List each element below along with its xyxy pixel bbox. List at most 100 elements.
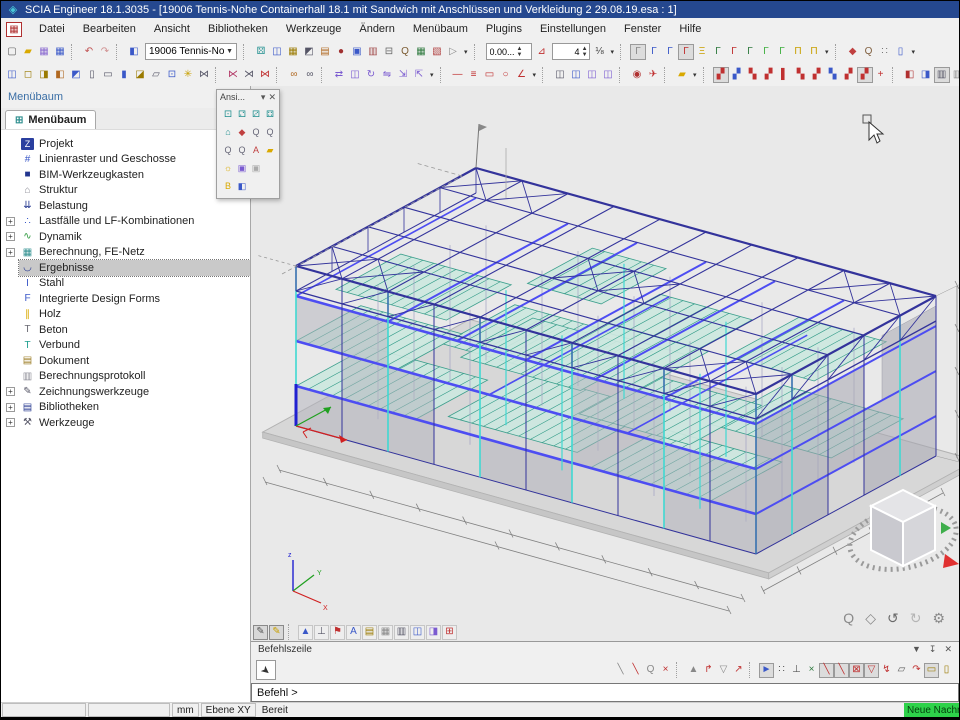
- fly-mode-icon[interactable]: ✈: [645, 67, 661, 83]
- cursor-move-icon[interactable]: ↱: [701, 663, 716, 678]
- view-y-icon[interactable]: ⚁: [235, 107, 249, 121]
- tree-item-verbund[interactable]: + T Verbund: [1, 338, 250, 354]
- print-preview-icon[interactable]: Q: [397, 44, 413, 60]
- paste-special-2-icon[interactable]: ◫: [568, 67, 584, 83]
- dropdown-arrow-icon[interactable]: ▾: [461, 48, 471, 56]
- tab-menubaum[interactable]: ⊞ Menübaum: [5, 110, 96, 129]
- tree-item-beton[interactable]: + T Beton: [1, 322, 250, 338]
- zoom-window-icon[interactable]: Q: [221, 143, 235, 157]
- open-project-icon[interactable]: ▰: [20, 44, 36, 60]
- tree-expander-icon[interactable]: +: [6, 418, 15, 427]
- paste-special-3-icon[interactable]: ◫: [584, 67, 600, 83]
- result-display-1-icon[interactable]: ◧: [902, 67, 918, 83]
- gallery-icon[interactable]: ▣: [349, 44, 365, 60]
- draw-dimension-icon[interactable]: ≡: [466, 67, 482, 83]
- document-icon[interactable]: ▷: [445, 44, 461, 60]
- paste-special-1-icon[interactable]: ◫: [552, 67, 568, 83]
- model-3d-view[interactable]: zYX: [251, 86, 959, 641]
- snap-intersection-icon[interactable]: ▽: [864, 663, 879, 678]
- load-panel-9-icon[interactable]: ▞: [841, 67, 857, 83]
- ruler-icon[interactable]: ▭: [924, 663, 939, 678]
- copy-icon[interactable]: ◫: [347, 67, 363, 83]
- tree-item-dynamik[interactable]: + ∿ Dynamik: [1, 229, 250, 245]
- dropdown-arrow-icon[interactable]: ▾: [909, 48, 919, 56]
- plate-icon[interactable]: ▭: [100, 67, 116, 83]
- pick-cursor-button[interactable]: ➤: [256, 660, 276, 680]
- zoom-all-icon[interactable]: Q: [235, 143, 249, 157]
- line-red-icon[interactable]: ╲: [628, 663, 643, 678]
- tree-expander-icon[interactable]: +: [6, 387, 15, 396]
- zoom-in-icon[interactable]: Q: [263, 125, 277, 139]
- abc-labels-icon[interactable]: A: [346, 625, 361, 640]
- project-settings-icon[interactable]: ⚄: [253, 44, 269, 60]
- menu-item[interactable]: Ansicht: [145, 20, 199, 38]
- draw-circle-icon[interactable]: ○: [498, 67, 514, 83]
- tree-item-zeichnungswerkzeuge[interactable]: + ✎ Zeichnungswerkzeuge: [1, 384, 250, 400]
- dot-grid-icon[interactable]: ∷: [877, 44, 893, 60]
- menu-item[interactable]: Plugins: [477, 20, 531, 38]
- move-icon[interactable]: ⇄: [331, 67, 347, 83]
- new-project-icon[interactable]: ▢: [4, 44, 20, 60]
- tracking-snap-icon[interactable]: ►: [759, 663, 774, 678]
- view-x-icon[interactable]: ⚀: [221, 107, 235, 121]
- filter-icon[interactable]: ▽: [716, 663, 731, 678]
- dropdown-arrow-icon[interactable]: ▾: [427, 71, 437, 79]
- scale-tool-icon[interactable]: ⇲: [395, 67, 411, 83]
- view-iso3-icon[interactable]: Γ: [774, 44, 790, 60]
- view-bottom-icon[interactable]: Γ: [726, 44, 742, 60]
- view-gear-icon[interactable]: ⚙: [932, 610, 945, 627]
- tree-item-linienraster[interactable]: + # Linienraster und Geschosse: [1, 152, 250, 168]
- load-panel-1-icon[interactable]: ▞: [713, 67, 729, 83]
- undo-icon[interactable]: ↶: [81, 44, 97, 60]
- perspective-icon[interactable]: ⌂: [221, 125, 235, 139]
- move-point-icon[interactable]: +: [873, 67, 889, 83]
- beam-icon[interactable]: ◨: [36, 67, 52, 83]
- angle-spinner[interactable]: 0.00... ▲▼: [486, 43, 532, 60]
- engineering-report-icon[interactable]: ▧: [429, 44, 445, 60]
- disconnect-members-icon[interactable]: ⋊: [241, 67, 257, 83]
- rotate-icon[interactable]: ↻: [363, 67, 379, 83]
- shell-icon[interactable]: ◪: [132, 67, 148, 83]
- layers-icon[interactable]: ◫: [269, 44, 285, 60]
- rib-icon[interactable]: ◧: [52, 67, 68, 83]
- scale-spinner[interactable]: 4 ▲▼: [552, 43, 590, 60]
- view-flags-icon[interactable]: ◨: [426, 625, 441, 640]
- snap-tangent-icon[interactable]: ↯: [879, 663, 894, 678]
- dropdown-arrow-icon[interactable]: ▾: [530, 71, 540, 79]
- view-doc-icon[interactable]: B: [221, 179, 235, 193]
- stamp-icon[interactable]: ▤: [362, 625, 377, 640]
- ortho-snap-icon[interactable]: ⊥: [789, 663, 804, 678]
- load-panel-10-icon[interactable]: ▞: [857, 67, 873, 83]
- zoom-out-icon[interactable]: Q: [249, 125, 263, 139]
- orbit-icon[interactable]: ↺: [887, 610, 899, 627]
- save-icon[interactable]: ▦: [52, 44, 68, 60]
- bim-toolbox-icon[interactable]: ●: [333, 44, 349, 60]
- status-unit[interactable]: mm: [172, 703, 199, 717]
- view-store2-icon[interactable]: Π: [806, 44, 822, 60]
- menu-item[interactable]: Hilfe: [670, 20, 710, 38]
- chevron-down-icon[interactable]: ▾: [261, 92, 266, 103]
- delete-snap-icon[interactable]: ×: [658, 663, 673, 678]
- result-display-4-icon[interactable]: ▥: [950, 67, 959, 83]
- tree-item-ergebnisse[interactable]: + ◡ Ergebnisse: [1, 260, 250, 276]
- viewport-3d[interactable]: zYX ✎✎▲⊥⚑A▤▦▥◫◨⊞ Q◇↺↻⚙: [251, 86, 959, 641]
- menu-item[interactable]: Ändern: [350, 20, 403, 38]
- snap-line-1-icon[interactable]: ╲: [819, 663, 834, 678]
- save-view-icon[interactable]: ▰: [263, 143, 277, 157]
- view-iso2-icon[interactable]: Γ: [758, 44, 774, 60]
- tree-item-bibliotheken[interactable]: + ▤ Bibliotheken: [1, 400, 250, 416]
- dropdown-arrow-icon[interactable]: ▾: [690, 71, 700, 79]
- grid-settings-icon[interactable]: ⊞: [442, 625, 457, 640]
- numbering-icon[interactable]: ▯: [893, 44, 909, 60]
- panel-icon[interactable]: ▱: [148, 67, 164, 83]
- menu-item[interactable]: Bearbeiten: [74, 20, 145, 38]
- model-data-icon[interactable]: ▥: [394, 625, 409, 640]
- draw-rect-icon[interactable]: ▭: [482, 67, 498, 83]
- light-icon[interactable]: ☼: [221, 161, 235, 175]
- project-selector[interactable]: 19006 Tennis-Nohe ▼: [145, 43, 237, 60]
- search-icon[interactable]: Q: [861, 44, 877, 60]
- visibility-glasses-1-icon[interactable]: ∞: [286, 67, 302, 83]
- mesh-display-icon[interactable]: ▦: [378, 625, 393, 640]
- redo-icon[interactable]: ↷: [97, 44, 113, 60]
- axonometry-icon[interactable]: ⚃: [263, 107, 277, 121]
